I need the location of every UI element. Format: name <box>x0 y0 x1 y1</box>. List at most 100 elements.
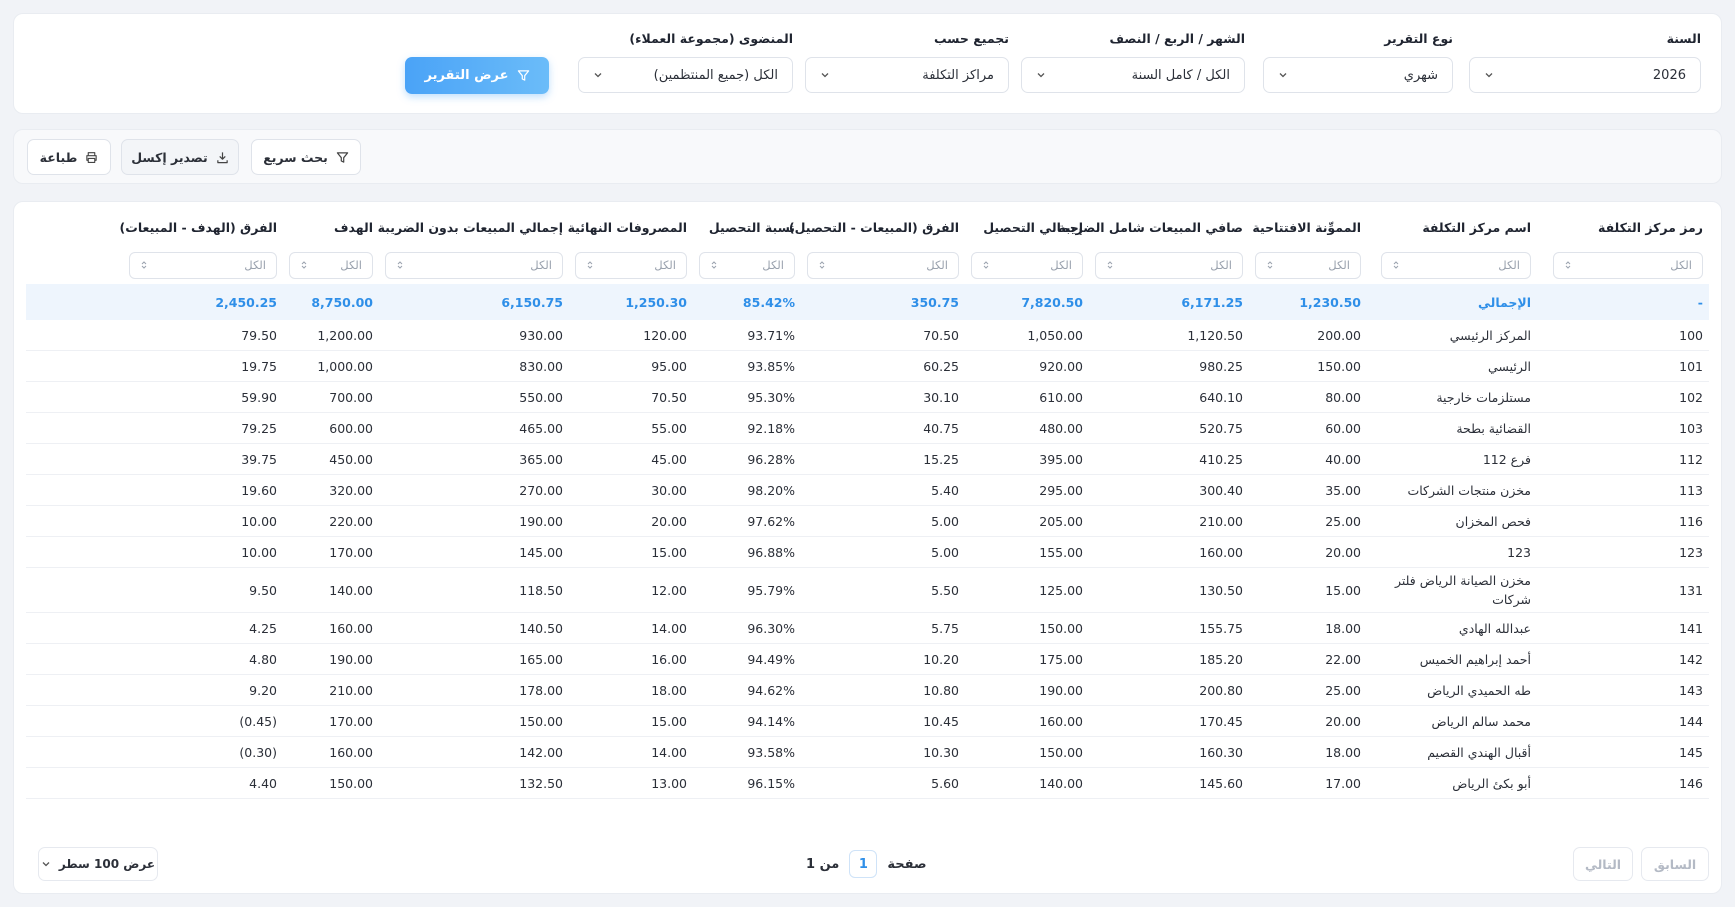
table-cell: 60.25 <box>923 358 959 374</box>
filter-placeholder: الكل <box>1670 258 1692 272</box>
table-row[interactable]: 144 محمد سالم الرياض 20.00 170.45 160.00 10.4… <box>26 706 1709 737</box>
table-cell: أبو بكئ الرياض <box>1452 775 1531 791</box>
table-cell: 18.00 <box>1325 744 1361 760</box>
next-page-button[interactable]: التالي <box>1573 847 1633 881</box>
column-filter-cell: الكل <box>1089 246 1249 284</box>
table-row[interactable]: 141 عبدالله الهادي 18.00 155.75 150.00 5.75 96… <box>26 613 1709 644</box>
table-row[interactable]: 100 المركز الرئيسي 200.00 1,120.50 1,050.00 7… <box>26 320 1709 351</box>
table-row[interactable]: 131 مخزن الصيانة الرياض فلتر شركات 15.00 13… <box>26 568 1709 613</box>
table-cell: فرع 112 <box>1482 451 1531 467</box>
table-cell: 150.00 <box>329 775 373 791</box>
report-table: رمز مركز التكلفة اسم مركز التكلفة المموِّن… <box>26 202 1709 799</box>
table-row[interactable]: 102 مستلزمات خارجية 80.00 640.10 610.00 30.10… <box>26 382 1709 413</box>
table-cell: 10.00 <box>241 544 277 560</box>
table-cell: 410.25 <box>1199 451 1243 467</box>
table-row[interactable]: 103 القضائية بطحة 60.00 520.75 480.00 40.75 92… <box>26 413 1709 444</box>
group-by-label: تجميع حسب <box>933 31 1009 46</box>
column-filter-input[interactable]: الكل <box>971 251 1083 279</box>
table-row[interactable]: 143 طه الحميدي الرياض 25.00 200.80 190.00 10.… <box>26 675 1709 706</box>
current-page-number[interactable]: 1 <box>849 850 878 878</box>
table-cell: طه الحميدي الرياض <box>1427 682 1531 698</box>
period-select[interactable]: الكل / كامل السنة <box>1021 57 1245 93</box>
column-filter-input[interactable]: الكل <box>129 251 277 279</box>
column-header: المموِّنة الافتتاحية <box>1252 219 1361 235</box>
group-by-select[interactable]: مراكز التكلفة <box>805 57 1009 93</box>
table-row[interactable]: 145 أقبال الهندي القصيم 18.00 160.30 150.00 1… <box>26 737 1709 768</box>
export-excel-label: تصدير إكسل <box>131 149 208 165</box>
table-header-row: رمز مركز التكلفة اسم مركز التكلفة المموِّن… <box>26 202 1709 246</box>
table-row[interactable]: 146 أبو بكئ الرياض 17.00 145.60 140.00 5.60 96… <box>26 768 1709 799</box>
table-cell: 170.45 <box>1199 713 1243 729</box>
export-excel-button[interactable]: تصدير إكسل <box>121 139 239 175</box>
table-cell: 1,000.00 <box>317 358 373 374</box>
table-cell: 10.30 <box>923 744 959 760</box>
sort-icon <box>1107 261 1113 269</box>
table-cell: 465.00 <box>519 420 563 436</box>
table-cell: 205.00 <box>1039 513 1083 529</box>
column-filter-input[interactable]: الكل <box>1381 251 1531 279</box>
table-cell: 165.00 <box>519 651 563 667</box>
column-header: الفرق (المبيعات - التحصيل) <box>788 219 959 235</box>
table-cell: 295.00 <box>1039 482 1083 498</box>
table-cell: 395.00 <box>1039 451 1083 467</box>
table-cell: 185.20 <box>1199 651 1243 667</box>
report-type-select[interactable]: شهري <box>1263 57 1453 93</box>
table-row[interactable]: 113 مخزن منتجات الشركات 35.00 300.40 295.00 5… <box>26 475 1709 506</box>
table-cell: 10.20 <box>923 651 959 667</box>
table-cell: 175.00 <box>1039 651 1083 667</box>
table-cell: 22.00 <box>1325 651 1361 667</box>
table-cell: 142.00 <box>519 744 563 760</box>
report-table-card: رمز مركز التكلفة اسم مركز التكلفة المموِّن… <box>13 201 1722 894</box>
filter-placeholder: الكل <box>1498 258 1520 272</box>
table-cell: القضائية بطحة <box>1456 420 1531 436</box>
table-cell: 18.00 <box>651 682 687 698</box>
quick-search-button[interactable]: بحث سريع <box>251 139 361 175</box>
table-cell: 160.00 <box>1199 544 1243 560</box>
column-filter-input[interactable]: الكل <box>289 251 373 279</box>
page-label: صفحة <box>887 856 927 872</box>
table-row[interactable]: 112 فرع 112 40.00 410.25 395.00 15.25 96.28% 45… <box>26 444 1709 475</box>
print-button[interactable]: طباعة <box>27 139 111 175</box>
rows-per-page-select[interactable]: عرض 100 سطر <box>38 847 158 881</box>
year-label: السنة <box>1666 31 1701 46</box>
group-by-filter: تجميع حسب مراكز التكلفة <box>805 30 1009 93</box>
customer-group-select[interactable]: الكل (جميع المنتظمين) <box>578 57 793 93</box>
column-filter-input[interactable]: الكل <box>385 251 563 279</box>
column-filter-input[interactable]: الكل <box>807 251 959 279</box>
table-cell: 480.00 <box>1039 420 1083 436</box>
customer-group-filter: المنضوى (مجموعة العملاء) الكل (جميع المن… <box>578 30 793 93</box>
column-header: إجمالي المبيعات بدون الضريبة <box>377 219 563 235</box>
table-cell: 97.62% <box>747 513 795 529</box>
total-cell: 6,150.75 <box>501 294 563 310</box>
column-filter-cell: الكل <box>1537 246 1709 284</box>
table-cell: 9.50 <box>249 582 277 598</box>
table-cell: 980.25 <box>1199 358 1243 374</box>
table-cell: 19.75 <box>241 358 277 374</box>
column-filter-cell: الكل <box>1249 246 1367 284</box>
year-select[interactable]: 2026 <box>1469 57 1701 93</box>
column-filter-input[interactable]: الكل <box>1553 251 1703 279</box>
page-of-label: من 1 <box>806 856 840 872</box>
table-row[interactable]: 123 123 20.00 160.00 155.00 5.00 96.88% 15.00 14… <box>26 537 1709 568</box>
report-type-value: شهري <box>1403 67 1438 83</box>
table-row[interactable]: 142 أحمد إبراهيم الخميس 22.00 185.20 175.00 1… <box>26 644 1709 675</box>
table-cell: 160.00 <box>329 744 373 760</box>
table-cell: 13.00 <box>651 775 687 791</box>
show-report-button[interactable]: عرض التقرير <box>405 57 549 94</box>
table-row[interactable]: 101 الرئيسي 150.00 980.25 920.00 60.25 93.85% 9… <box>26 351 1709 382</box>
column-filter-cell: الكل <box>693 246 801 284</box>
table-cell: 94.14% <box>747 713 795 729</box>
column-filter-input[interactable]: الكل <box>1095 251 1243 279</box>
table-row[interactable]: 116 فحص المخزان 25.00 210.00 205.00 5.00 97.62… <box>26 506 1709 537</box>
column-filter-input[interactable]: الكل <box>1255 251 1361 279</box>
column-filter-input[interactable]: الكل <box>575 251 687 279</box>
sort-icon <box>1267 261 1273 269</box>
prev-page-button[interactable]: السابق <box>1641 847 1709 881</box>
table-cell: 150.00 <box>1039 620 1083 636</box>
column-filter-input[interactable]: الكل <box>699 251 795 279</box>
table-cell: 200.80 <box>1199 682 1243 698</box>
table-cell: 10.80 <box>923 682 959 698</box>
table-cell: 55.00 <box>651 420 687 436</box>
table-cell: 45.00 <box>651 451 687 467</box>
download-icon <box>217 151 228 163</box>
